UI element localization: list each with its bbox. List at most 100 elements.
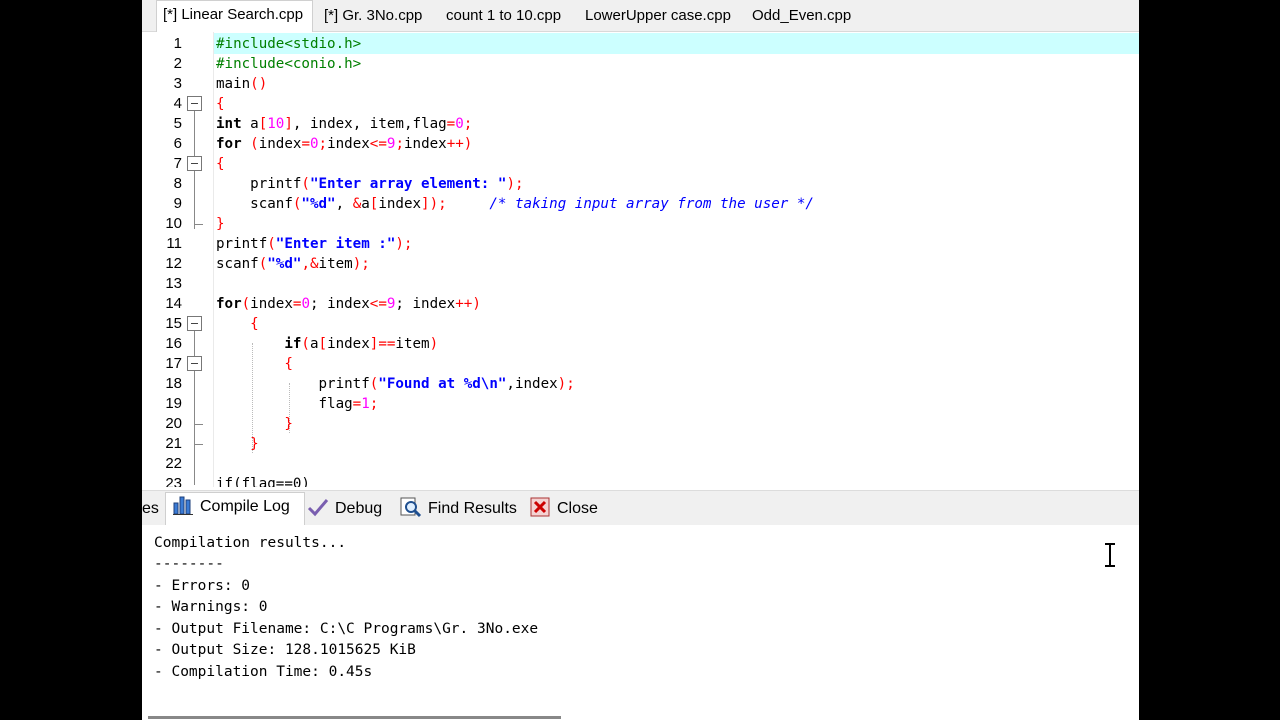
line-number: 2: [173, 55, 182, 72]
line-number: 14: [165, 295, 182, 312]
code-token: [: [318, 336, 328, 352]
tab-label: count 1 to 10.cpp: [446, 7, 562, 24]
tab-find-results[interactable]: Find Results: [400, 495, 517, 523]
code-token: scanf: [216, 196, 293, 212]
close-icon: [529, 496, 551, 518]
code-token: <=: [369, 136, 387, 152]
code-token: {: [216, 156, 225, 172]
tab-label: LowerUpper case.cpp: [585, 7, 731, 24]
code-token: item: [395, 336, 430, 352]
code-token: &: [309, 256, 319, 272]
code-token: );: [352, 256, 370, 272]
code-token: 0: [301, 296, 310, 312]
tab-label: Compile Log: [200, 498, 290, 515]
code-token: 10: [267, 116, 285, 132]
code-token: index: [327, 136, 370, 152]
code-token: ,: [301, 256, 310, 272]
tab-debug[interactable]: Debug: [307, 495, 382, 523]
code-line: scanf("%d", &a[index]); /* taking input …: [216, 194, 814, 214]
code-token: 0: [455, 116, 464, 132]
horizontal-scrollbar[interactable]: [148, 716, 561, 719]
code-line: #include<conio.h>: [216, 54, 361, 74]
code-line: printf("Enter item :");: [216, 234, 412, 254]
compile-log-panel[interactable]: Compilation results... -------- - Errors…: [142, 525, 1139, 720]
string-literal: "%d": [267, 256, 302, 272]
tab-gr-3no[interactable]: [*] Gr. 3No.cpp: [318, 2, 428, 30]
code-line: if(flag==0): [216, 474, 310, 487]
code-token: int: [216, 116, 242, 132]
code-token: (: [258, 256, 268, 272]
tab-label: es: [142, 500, 159, 517]
code-token: index: [250, 296, 293, 312]
code-token: ): [429, 336, 439, 352]
code-token: );: [395, 236, 413, 252]
code-token: (: [250, 136, 259, 152]
code-token: =: [301, 136, 310, 152]
code-line: for (index=0;index<=9;index++): [216, 134, 472, 154]
code-token: for: [216, 136, 242, 152]
line-number: 10: [165, 215, 182, 232]
tab-linear-search[interactable]: [*] Linear Search.cpp: [156, 0, 313, 32]
bar-chart-icon: [172, 494, 194, 516]
code-token: (: [301, 176, 310, 192]
line-number: 9: [173, 195, 182, 212]
code-token: index: [258, 136, 302, 152]
log-line: - Compilation Time: 0.45s: [154, 664, 373, 680]
code-token: {: [216, 316, 259, 332]
code-line: {: [216, 354, 293, 374]
code-token: flag: [216, 396, 353, 412]
code-line: main(): [216, 74, 267, 94]
fold-collapse-icon[interactable]: [187, 316, 202, 331]
line-number: 5: [173, 115, 182, 132]
tab-close[interactable]: Close: [529, 495, 598, 523]
tab-label: [*] Gr. 3No.cpp: [324, 7, 423, 24]
code-token: ; index: [395, 296, 456, 312]
code-line: printf("Found at %d\n",index);: [216, 374, 574, 394]
string-literal: "Found at %d\n": [378, 376, 507, 392]
log-line: --------: [154, 556, 224, 572]
code-line: #include<stdio.h>: [216, 34, 361, 54]
line-number: 4: [173, 95, 182, 112]
line-number: 13: [165, 275, 182, 292]
code-token: &: [352, 196, 362, 212]
code-token: a: [309, 336, 319, 352]
line-number: 18: [165, 375, 182, 392]
tab-compile-log[interactable]: Compile Log: [165, 492, 305, 526]
fold-collapse-icon[interactable]: [187, 156, 202, 171]
code-token: ; index: [309, 296, 370, 312]
fold-collapse-icon[interactable]: [187, 356, 202, 371]
code-token: printf: [216, 176, 302, 192]
log-line: - Warnings: 0: [154, 599, 268, 615]
code-line: printf("Enter array element: ");: [216, 174, 523, 194]
line-number: 22: [165, 455, 182, 472]
fold-end-marker: [194, 424, 203, 425]
code-token: 0: [309, 136, 319, 152]
code-token: 1: [361, 396, 370, 412]
code-token: ;: [395, 136, 404, 152]
code-token: a: [361, 196, 370, 212]
code-line: }: [216, 434, 259, 454]
fold-guide-line: [194, 331, 195, 485]
code-token: (): [250, 76, 268, 92]
code-token: (: [267, 236, 276, 252]
code-token: =: [352, 396, 362, 412]
tab-lowerupper-case[interactable]: LowerUpper case.cpp: [579, 2, 737, 30]
fold-collapse-icon[interactable]: [187, 96, 202, 111]
tab-label: Close: [557, 500, 598, 517]
line-number-gutter: 1 2 3 4 5 6 7 8 9 10 11 12 13 14 15 16 1…: [142, 32, 214, 487]
string-literal: "Enter item :": [275, 236, 396, 252]
code-token: ++: [455, 296, 473, 312]
code-line: for(index=0; index<=9; index++): [216, 294, 481, 314]
bottom-panel-tabs: es Compile Log Debug Find Results Close: [142, 490, 1139, 526]
code-token: scanf: [216, 256, 259, 272]
editor-tab-bar: [*] Linear Search.cpp [*] Gr. 3No.cpp co…: [142, 0, 1139, 32]
string-literal: "%d": [301, 196, 336, 212]
code-editor[interactable]: 1 2 3 4 5 6 7 8 9 10 11 12 13 14 15 16 1…: [142, 32, 1139, 487]
tab-resources-truncated[interactable]: es: [142, 495, 159, 523]
tab-count-1-to-10[interactable]: count 1 to 10.cpp: [440, 2, 567, 30]
code-token: item: [318, 256, 353, 272]
code-token: <=: [369, 296, 387, 312]
tab-odd-even[interactable]: Odd_Even.cpp: [746, 2, 857, 30]
code-token: ]);: [421, 196, 447, 212]
